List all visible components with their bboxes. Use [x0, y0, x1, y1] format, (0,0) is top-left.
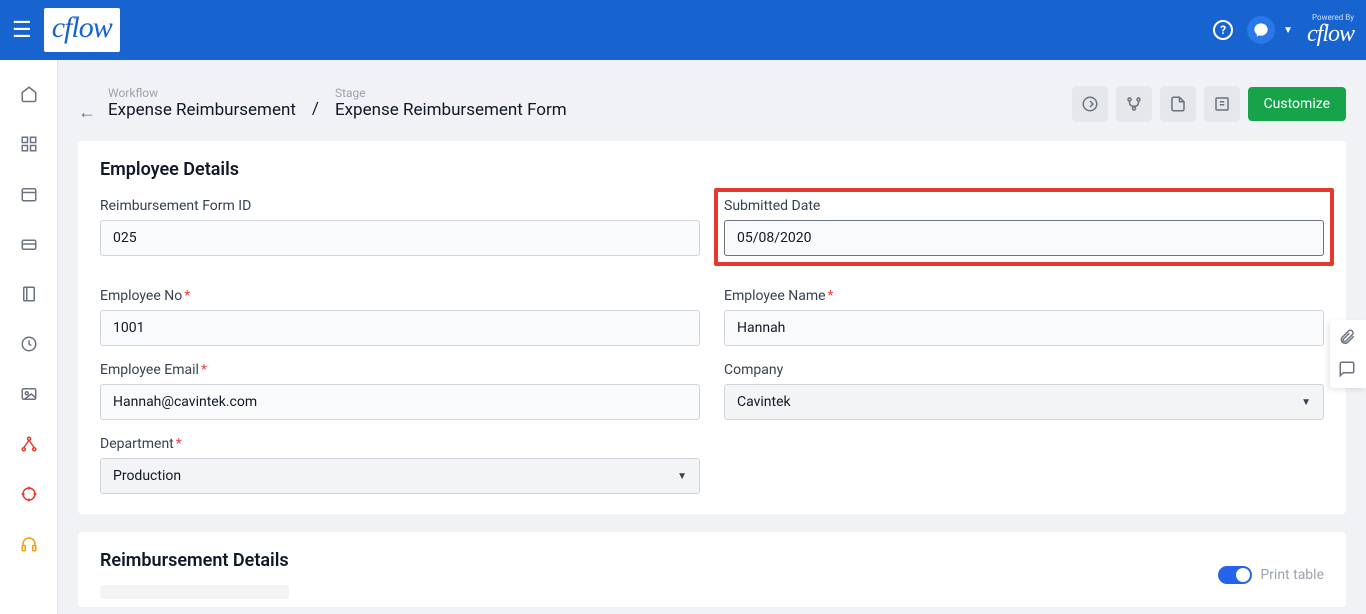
back-icon[interactable]: ← [78, 102, 96, 123]
breadcrumb-label: Stage [335, 86, 567, 100]
employee-no-input[interactable] [100, 310, 700, 346]
main-content: ← Workflow Expense Reimbursement / Stage… [58, 60, 1366, 614]
employee-details-card: Employee Details Reimbursement Form ID S… [78, 141, 1346, 514]
field-label: Department* [100, 436, 700, 452]
floating-actions [1330, 320, 1366, 388]
breadcrumb-stage[interactable]: Stage Expense Reimbursement Form [335, 86, 567, 120]
book-icon[interactable] [19, 284, 39, 304]
calendar-icon[interactable] [19, 184, 39, 204]
home-icon[interactable] [19, 84, 39, 104]
branch-icon[interactable] [1116, 86, 1152, 122]
chevron-down-icon: ▼ [677, 471, 687, 482]
field-department: Department* Production ▼ [100, 436, 700, 494]
grid-icon[interactable] [19, 134, 39, 154]
logo-text: cflow [52, 11, 112, 45]
menu-icon[interactable]: ☰ [12, 18, 32, 43]
toggle-switch[interactable] [1218, 566, 1252, 584]
report-icon[interactable] [1204, 86, 1240, 122]
chevron-down-icon: ▼ [1301, 397, 1311, 408]
image-icon[interactable] [19, 384, 39, 404]
field-employee-email: Employee Email* [100, 362, 700, 420]
chevron-down-icon[interactable]: ▼ [1283, 25, 1293, 36]
employee-email-input[interactable] [100, 384, 700, 420]
breadcrumb-value: Expense Reimbursement Form [335, 100, 567, 120]
history-icon[interactable] [19, 334, 39, 354]
attachment-icon[interactable] [1338, 328, 1358, 348]
field-form-id: Reimbursement Form ID [100, 198, 700, 272]
topbar-right: ? ▼ Powered By cflow [1213, 14, 1354, 46]
breadcrumb-label: Workflow [108, 86, 296, 100]
submitted-date-input[interactable] [724, 220, 1324, 256]
company-select[interactable]: Cavintek ▼ [724, 384, 1324, 420]
field-label: Employee Name* [724, 288, 1324, 304]
form-id-input[interactable] [100, 220, 700, 256]
breadcrumb-value: Expense Reimbursement [108, 100, 296, 120]
field-label: Submitted Date [724, 198, 1324, 214]
employee-name-input[interactable] [724, 310, 1324, 346]
breadcrumb-separator: / [312, 99, 319, 119]
topbar: ☰ cflow ? ▼ Powered By cflow [0, 0, 1366, 60]
field-label: Employee Email* [100, 362, 700, 378]
field-label: Company [724, 362, 1324, 378]
breadcrumb-workflow[interactable]: Workflow Expense Reimbursement [108, 86, 296, 120]
headphones-icon[interactable] [19, 534, 39, 554]
target-icon[interactable] [19, 484, 39, 504]
page-header: ← Workflow Expense Reimbursement / Stage… [78, 78, 1346, 133]
powered-by: Powered By cflow [1307, 14, 1354, 46]
card-icon[interactable] [19, 234, 39, 254]
pdf-icon[interactable] [1160, 86, 1196, 122]
field-label: Employee No* [100, 288, 700, 304]
field-employee-name: Employee Name* [724, 288, 1324, 346]
field-company: Company Cavintek ▼ [724, 362, 1324, 420]
section-title: Employee Details [100, 159, 1324, 180]
logo[interactable]: cflow [44, 8, 120, 52]
reimbursement-details-card: Reimbursement Details Print table [78, 532, 1346, 607]
print-table-toggle[interactable]: Print table [1218, 566, 1324, 584]
customize-button[interactable]: Customize [1248, 87, 1346, 121]
run-icon[interactable] [1072, 86, 1108, 122]
comment-icon[interactable] [1338, 360, 1358, 380]
field-label: Reimbursement Form ID [100, 198, 700, 214]
header-actions: Customize [1072, 86, 1346, 122]
powered-by-logo: cflow [1307, 22, 1354, 46]
select-value: Cavintek [737, 394, 791, 410]
section-title: Reimbursement Details [100, 550, 289, 571]
network-icon[interactable] [19, 434, 39, 454]
toggle-label: Print table [1260, 567, 1324, 583]
messenger-icon[interactable] [1247, 16, 1275, 44]
help-icon[interactable]: ? [1213, 20, 1233, 40]
table-placeholder [100, 585, 289, 599]
select-value: Production [113, 468, 181, 484]
field-submitted-date: Submitted Date [724, 198, 1324, 256]
sidebar [0, 60, 58, 614]
field-employee-no: Employee No* [100, 288, 700, 346]
department-select[interactable]: Production ▼ [100, 458, 700, 494]
submitted-date-highlight: Submitted Date [714, 188, 1334, 266]
